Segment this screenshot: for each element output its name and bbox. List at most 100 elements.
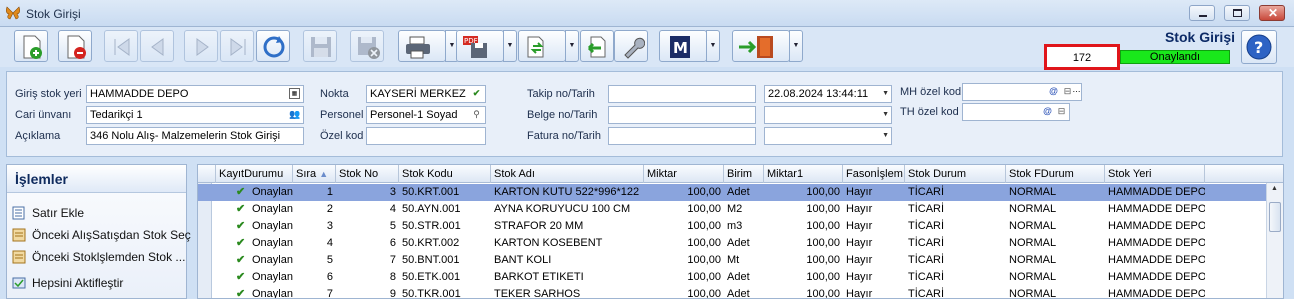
subcontract-cell[interactable]: Hayır xyxy=(843,286,905,298)
column-header[interactable]: Birim xyxy=(724,165,764,183)
subcontract-cell[interactable]: Hayır xyxy=(843,252,905,269)
save-button[interactable] xyxy=(303,30,337,62)
subcontract-cell[interactable]: Hayır xyxy=(843,201,905,218)
subcontract-cell[interactable]: Hayır xyxy=(843,235,905,252)
quantity-cell[interactable]: 100,00 xyxy=(644,218,724,235)
stock-no-cell[interactable]: 7 xyxy=(336,252,399,269)
column-header[interactable]: Stok No xyxy=(336,165,399,183)
takip-no-field[interactable] xyxy=(608,85,756,103)
belge-date-field[interactable]: ▼ xyxy=(764,106,892,124)
stock-code-cell[interactable]: 50.ETK.001 xyxy=(399,269,491,286)
next-record-button[interactable] xyxy=(184,30,218,62)
stock-location-cell[interactable]: HAMMADDE DEPO xyxy=(1105,252,1205,269)
stock-code-cell[interactable]: 50.STR.001 xyxy=(399,218,491,235)
unit-cell[interactable]: m3 xyxy=(724,218,764,235)
stock-name-cell[interactable]: TEKER SARHOS xyxy=(491,286,644,298)
sequence-cell[interactable]: 4 xyxy=(293,235,336,252)
stock-name-cell[interactable]: BARKOT ETIKETI xyxy=(491,269,644,286)
minimize-button[interactable] xyxy=(1189,5,1215,21)
maximize-button[interactable] xyxy=(1224,5,1250,21)
unit-cell[interactable]: Adet xyxy=(724,235,764,252)
stock-fstatus-cell[interactable]: NORMAL xyxy=(1006,184,1105,201)
column-header[interactable]: Stok Durum xyxy=(905,165,1006,183)
stock-status-cell[interactable]: TİCARİ xyxy=(905,252,1006,269)
stock-no-cell[interactable]: 6 xyxy=(336,235,399,252)
m-button[interactable]: M xyxy=(659,30,707,62)
sequence-cell[interactable]: 5 xyxy=(293,252,336,269)
stock-name-cell[interactable]: AYNA KORUYUCU 100 CM xyxy=(491,201,644,218)
unit-cell[interactable]: Adet xyxy=(724,269,764,286)
quantity-cell[interactable]: 100,00 xyxy=(644,201,724,218)
stock-code-cell[interactable]: 50.KRT.002 xyxy=(399,235,491,252)
user-search-icon[interactable]: ⚲ xyxy=(471,109,482,120)
unit-cell[interactable]: M2 xyxy=(724,201,764,218)
aciklama-field[interactable]: 346 Nolu Alış- Malzemelerin Stok Girişi xyxy=(86,127,304,145)
column-header[interactable]: Fasonİşlem xyxy=(843,165,905,183)
at-icon[interactable]: @ xyxy=(1048,86,1059,97)
record-status-cell[interactable]: ✔ Onaylan xyxy=(216,235,293,252)
stock-location-cell[interactable]: HAMMADDE DEPO xyxy=(1105,184,1205,201)
stock-status-cell[interactable]: TİCARİ xyxy=(905,218,1006,235)
delete-record-button[interactable] xyxy=(58,30,92,62)
record-status-cell[interactable]: ✔ Onaylan xyxy=(216,218,293,235)
quantity1-cell[interactable]: 100,00 xyxy=(764,184,843,201)
quantity-cell[interactable]: 100,00 xyxy=(644,184,724,201)
table-row[interactable]: ✔ Onaylan 1 3 50.KRT.001 KARTON KUTU 522*996*… xyxy=(198,184,1283,201)
column-header[interactable]: Stok Adı xyxy=(491,165,644,183)
stock-location-cell[interactable]: HAMMADDE DEPO xyxy=(1105,201,1205,218)
print-button[interactable] xyxy=(398,30,446,62)
export-pdf-button[interactable]: PDF xyxy=(456,30,504,62)
check-icon[interactable]: ✔ xyxy=(471,88,482,99)
subcontract-cell[interactable]: Hayır xyxy=(843,269,905,286)
exit-dropdown[interactable]: ▼ xyxy=(789,30,803,62)
activate-all-action[interactable]: Hepsini Aktifleştir xyxy=(12,273,186,293)
transfer-button[interactable] xyxy=(518,30,566,62)
stock-location-cell[interactable]: HAMMADDE DEPO xyxy=(1105,218,1205,235)
quantity-cell[interactable]: 100,00 xyxy=(644,252,724,269)
takip-date-field[interactable]: 22.08.2024 13:44:11 ▼ xyxy=(764,85,892,103)
personel-field[interactable]: Personel-1 Soyad ⚲ xyxy=(366,106,486,124)
column-header[interactable]: Stok Yeri xyxy=(1105,165,1205,183)
stock-location-cell[interactable]: HAMMADDE DEPO xyxy=(1105,269,1205,286)
stock-name-cell[interactable]: STRAFOR 20 MM xyxy=(491,218,644,235)
unit-cell[interactable]: Adet xyxy=(724,286,764,298)
stock-status-cell[interactable]: TİCARİ xyxy=(905,201,1006,218)
sequence-cell[interactable]: 1 xyxy=(293,184,336,201)
cari-unvani-field[interactable]: Tedarikçi 1 👥 xyxy=(86,106,304,124)
stock-no-cell[interactable]: 5 xyxy=(336,218,399,235)
stock-fstatus-cell[interactable]: NORMAL xyxy=(1006,286,1105,298)
close-button[interactable]: ✕ xyxy=(1259,5,1285,21)
transfer-dropdown[interactable]: ▼ xyxy=(565,30,579,62)
table-row[interactable]: ✔ Onaylan 3 5 50.STR.001 STRAFOR 20 MM 100,00 m… xyxy=(198,218,1283,235)
sequence-cell[interactable]: 2 xyxy=(293,201,336,218)
stock-name-cell[interactable]: KARTON KOSEBENT xyxy=(491,235,644,252)
stock-fstatus-cell[interactable]: NORMAL xyxy=(1006,218,1105,235)
sequence-cell[interactable]: 6 xyxy=(293,269,336,286)
stock-code-cell[interactable]: 50.KRT.001 xyxy=(399,184,491,201)
stock-status-cell[interactable]: TİCARİ xyxy=(905,235,1006,252)
stock-location-cell[interactable]: HAMMADDE DEPO xyxy=(1105,286,1205,298)
new-record-button[interactable] xyxy=(14,30,48,62)
quantity1-cell[interactable]: 100,00 xyxy=(764,201,843,218)
th-ozel-kod-field[interactable]: @ ⊟ xyxy=(962,103,1070,121)
exit-button[interactable] xyxy=(732,30,790,62)
column-header[interactable]: Miktar xyxy=(644,165,724,183)
record-status-cell[interactable]: ✔ Onaylan xyxy=(216,286,293,298)
quantity1-cell[interactable]: 100,00 xyxy=(764,286,843,298)
quantity-cell[interactable]: 100,00 xyxy=(644,235,724,252)
column-header[interactable]: KayıtDurumu xyxy=(216,165,293,183)
scroll-up-icon[interactable]: ▲ xyxy=(1271,185,1278,192)
settings-button[interactable] xyxy=(614,30,648,62)
table-row[interactable]: ✔ Onaylan 7 9 50.TKR.001 TEKER SARHOS 100,00 Ad… xyxy=(198,286,1283,298)
table-row[interactable]: ✔ Onaylan 5 7 50.BNT.001 BANT KOLI 100,00 Mt 100… xyxy=(198,252,1283,269)
vertical-scrollbar[interactable]: ▲ xyxy=(1266,183,1283,298)
column-header[interactable]: Stok FDurum xyxy=(1006,165,1105,183)
add-row-action[interactable]: Satır Ekle xyxy=(12,203,186,223)
record-status-cell[interactable]: ✔ Onaylan xyxy=(216,252,293,269)
chevron-down-icon[interactable]: ▼ xyxy=(882,90,889,97)
subcontract-cell[interactable]: Hayır xyxy=(843,218,905,235)
chevron-down-icon[interactable]: ▼ xyxy=(882,111,889,118)
unit-cell[interactable]: Adet xyxy=(724,184,764,201)
select-from-purchase-action[interactable]: Önceki AlışSatışdan Stok Seç xyxy=(12,225,191,245)
stock-no-cell[interactable]: 9 xyxy=(336,286,399,298)
